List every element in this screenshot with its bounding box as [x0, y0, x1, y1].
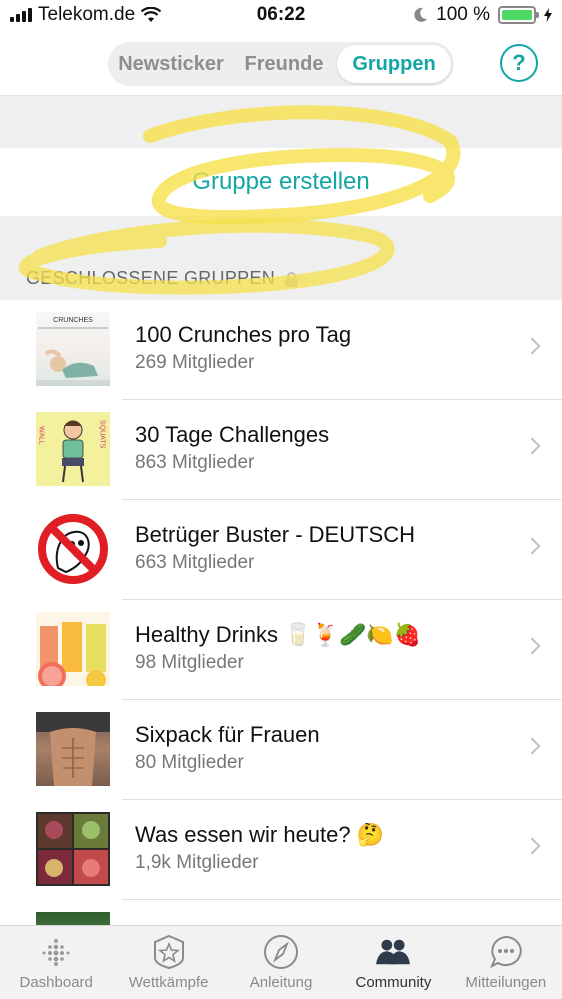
group-members: 1,9k Mitglieder [135, 852, 259, 873]
status-left: Telekom.de [10, 4, 162, 26]
group-name: Sixpack für Frauen [135, 722, 320, 747]
group-row-food[interactable]: Was essen wir heute? 🤔 1,9k Mitglieder [0, 800, 562, 900]
group-name: 100 Crunches pro Tag [135, 322, 352, 347]
lock-icon [285, 271, 299, 287]
group-thumbnail: WALL SQUATS [36, 412, 110, 486]
group-name: Was essen wir heute? 🤔 [135, 822, 385, 847]
group-members: 269 Mitglieder [135, 352, 255, 373]
battery-percent: 100 % [436, 4, 490, 25]
group-text: Sixpack für Frauen 80 Mitglieder [135, 722, 320, 774]
tab-label: Anleitung [249, 974, 313, 991]
thumb-caption: CRUNCHES [53, 317, 93, 324]
chevron-right-icon [523, 837, 541, 855]
create-group-row[interactable]: Gruppe erstellen [0, 148, 562, 216]
group-text: Was essen wir heute? 🤔 1,9k Mitglieder [135, 822, 384, 874]
star-badge-icon [149, 932, 189, 972]
chat-bubble-icon [486, 932, 526, 972]
group-members: 863 Mitglieder [135, 452, 255, 473]
tab-label: Community [355, 974, 432, 991]
wifi-icon [141, 7, 162, 22]
moon-icon [414, 7, 428, 22]
thumb-left-text: WALL [38, 426, 45, 445]
group-row-buster[interactable]: Betrüger Buster - DEUTSCH 663 Mitglieder [0, 500, 562, 600]
wall-squats-image: WALL SQUATS [38, 420, 106, 483]
group-name: Betrüger Buster - DEUTSCH [135, 522, 415, 547]
crunches-image: CRUNCHES [36, 317, 110, 386]
chevron-right-icon [523, 737, 541, 755]
thumb-right-text: SQUATS [99, 420, 106, 449]
status-right: 100 % [414, 4, 552, 26]
tab-label: Dashboard [19, 974, 93, 991]
group-row-challenges[interactable]: WALL SQUATS 30 Tage Challenges 863 Mitgl… [0, 400, 562, 500]
group-members: 663 Mitglieder [135, 552, 255, 573]
carrier-label: Telekom.de [38, 4, 136, 25]
people-icon [373, 932, 413, 972]
tab-mitteilungen[interactable]: Mitteilungen [450, 926, 562, 999]
food-image [38, 814, 108, 884]
section-title: GESCHLOSSENE GRUPPEN [26, 268, 276, 288]
segmented-control: Newsticker Freunde Gruppen [108, 42, 454, 86]
tab-anleitung[interactable]: Anleitung [225, 926, 337, 999]
sixpack-image [36, 712, 110, 786]
battery-icon [498, 6, 539, 24]
chevron-right-icon [523, 637, 541, 655]
group-thumbnail: CRUNCHES [36, 312, 110, 386]
tab-wettkaempfe[interactable]: Wettkämpfe [112, 926, 224, 999]
group-text: 30 Tage Challenges 863 Mitglieder [135, 422, 329, 474]
group-thumbnail [36, 612, 110, 686]
tab-newsticker[interactable]: Newsticker [111, 45, 231, 83]
section-header: GESCHLOSSENE GRUPPEN [0, 216, 562, 300]
group-text: Healthy Drinks 🥛🍹🥒🍋🍓 98 Mitglieder [135, 622, 421, 674]
group-list: CRUNCHES 100 Crunches pro Tag 269 Mitgli… [0, 300, 562, 999]
group-row-drinks[interactable]: Healthy Drinks 🥛🍹🥒🍋🍓 98 Mitglieder [0, 600, 562, 700]
charging-icon [544, 8, 552, 22]
group-thumbnail [36, 812, 110, 886]
spacer-band [0, 96, 562, 148]
group-members: 98 Mitglieder [135, 652, 244, 673]
section-title-wrap: GESCHLOSSENE GRUPPEN [26, 268, 299, 289]
group-row-crunches[interactable]: CRUNCHES 100 Crunches pro Tag 269 Mitgli… [0, 300, 562, 400]
tab-community[interactable]: Community [337, 926, 449, 999]
signal-icon [10, 8, 32, 22]
dashboard-dots-icon [36, 932, 76, 972]
tab-label: Mitteilungen [465, 974, 547, 991]
chevron-right-icon [523, 437, 541, 455]
create-group-label[interactable]: Gruppe erstellen [192, 168, 369, 196]
status-bar: Telekom.de 06:22 100 % [0, 0, 562, 34]
group-name: 30 Tage Challenges [135, 422, 330, 447]
group-text: 100 Crunches pro Tag 269 Mitglieder [135, 322, 351, 374]
chevron-right-icon [523, 537, 541, 555]
ghostbusters-logo [38, 514, 108, 584]
group-name: Healthy Drinks 🥛🍹🥒🍋🍓 [135, 622, 422, 647]
compass-icon [261, 932, 301, 972]
help-button[interactable]: ? [500, 44, 538, 82]
group-thumbnail [36, 712, 110, 786]
bottom-tab-bar: Dashboard Wettkämpfe Anleitung Community… [0, 925, 562, 999]
group-thumbnail [36, 512, 110, 586]
group-row-sixpack[interactable]: Sixpack für Frauen 80 Mitglieder [0, 700, 562, 800]
tab-dashboard[interactable]: Dashboard [0, 926, 112, 999]
tab-freunde[interactable]: Freunde [231, 45, 337, 83]
tab-label: Wettkämpfe [128, 974, 209, 991]
drinks-image [36, 612, 110, 686]
chevron-right-icon [523, 337, 541, 355]
header: Newsticker Freunde Gruppen ? [0, 34, 562, 96]
group-members: 80 Mitglieder [135, 752, 244, 773]
tab-gruppen[interactable]: Gruppen [337, 45, 451, 83]
group-text: Betrüger Buster - DEUTSCH 663 Mitglieder [135, 522, 415, 574]
